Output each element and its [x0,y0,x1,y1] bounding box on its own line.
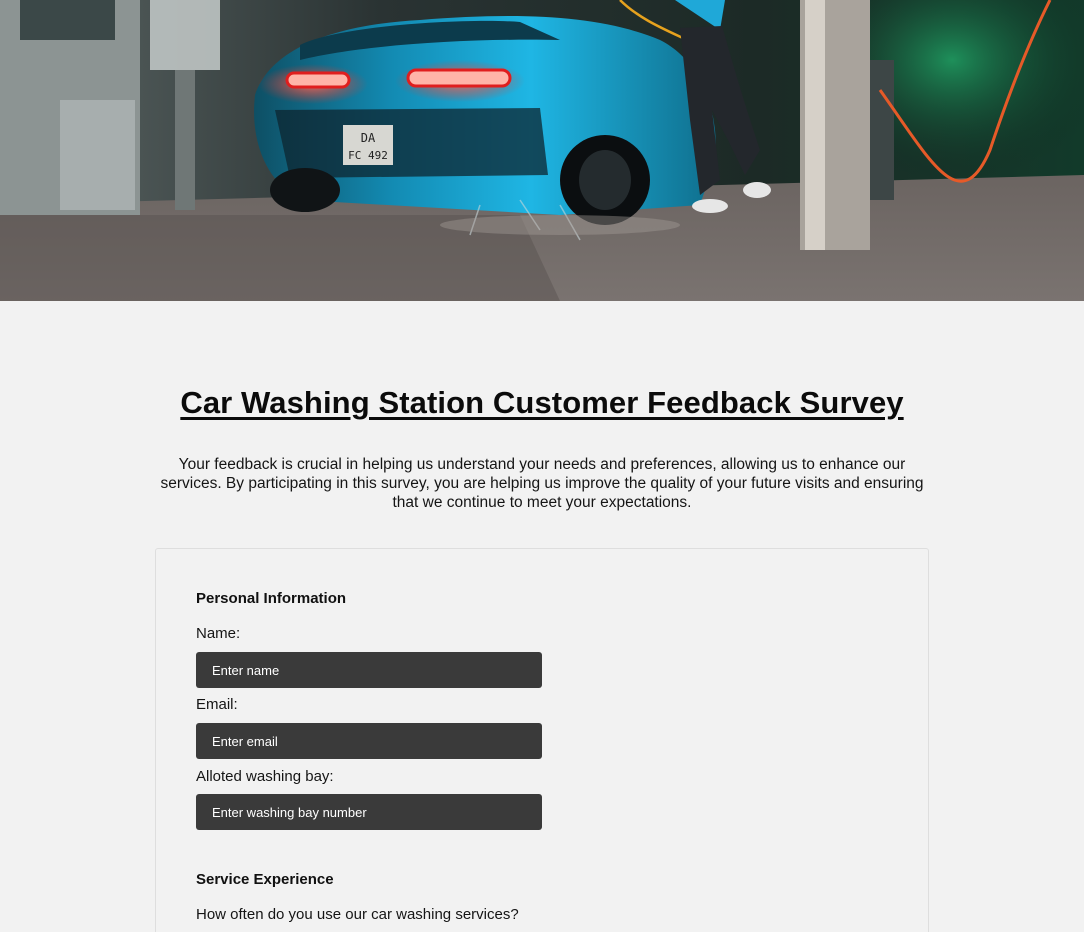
page-title: Car Washing Station Customer Feedback Su… [180,385,904,420]
name-input[interactable] [196,652,542,688]
washing-bay-input[interactable] [196,794,542,830]
email-label: Email: [196,696,238,713]
survey-form-card: Personal Information Name: Email: Allote… [155,548,929,932]
name-label: Name: [196,625,241,642]
hero-image: DA FC 492 [0,0,1084,301]
email-input[interactable] [196,723,542,759]
frequency-question: How often do you use our car washing ser… [196,906,519,923]
license-plate-line1: DA [361,131,376,145]
intro-paragraph: Your feedback is crucial in helping us u… [160,456,924,511]
washing-bay-label: Alloted washing bay: [196,768,334,785]
personal-info-heading: Personal Information [196,590,347,607]
license-plate-line2: FC 492 [348,149,388,162]
service-experience-heading: Service Experience [196,871,334,888]
car-wash-photo: DA FC 492 [0,0,1084,301]
